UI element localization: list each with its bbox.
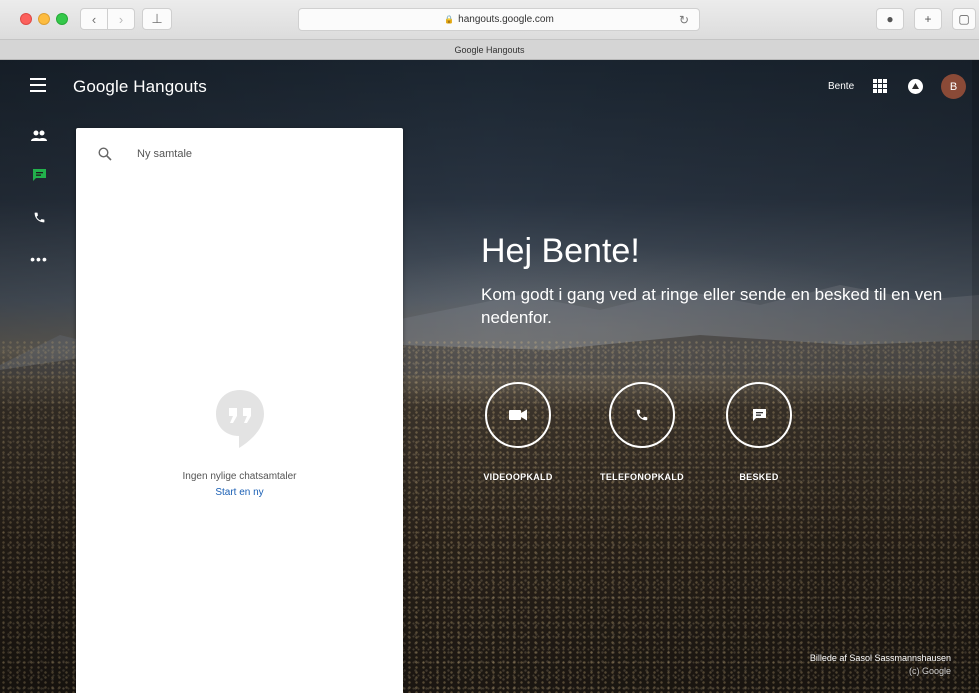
greeting-title: Hej Bente! xyxy=(481,232,640,270)
zoom-window-button[interactable] xyxy=(56,13,68,25)
contacts-nav-icon[interactable] xyxy=(30,127,48,145)
image-credit-author[interactable]: Billede af Sasol Sassmannshausen xyxy=(810,653,951,663)
start-new-conversation-link[interactable]: Start en ny xyxy=(76,487,403,498)
greeting-subtext: Kom godt i gang ved at ringe eller sende… xyxy=(481,285,943,327)
video-call-action[interactable]: VIDEOOPKALD xyxy=(458,382,578,482)
phone-call-label: TELEFONOPKALD xyxy=(600,472,684,482)
back-button[interactable]: ‹ xyxy=(80,8,108,30)
empty-state-message: Ingen nylige chatsamtaler xyxy=(182,471,297,482)
privacy-button[interactable]: ● xyxy=(876,8,904,30)
message-label: BESKED xyxy=(739,472,779,482)
tab-title[interactable]: Google Hangouts xyxy=(454,45,524,55)
address-bar[interactable]: 🔒 hangouts.google.com ↻ xyxy=(298,8,700,31)
tab-bar: Google Hangouts xyxy=(0,40,979,60)
video-call-button[interactable] xyxy=(485,382,551,448)
phone-calls-nav-icon[interactable] xyxy=(30,208,48,226)
close-window-button[interactable] xyxy=(20,13,32,25)
forward-button[interactable]: › xyxy=(107,8,135,30)
main-menu-button[interactable] xyxy=(30,78,46,92)
chat-bubble-icon xyxy=(216,390,264,448)
hangouts-page: Google Hangouts Bente B ••• Ingen nylige… xyxy=(0,60,979,693)
notifications-icon[interactable] xyxy=(908,79,923,94)
image-credit: Billede af Sasol Sassmannshausen (c) Goo… xyxy=(810,653,951,676)
browser-toolbar: ‹ › ⊥ 🔒 hangouts.google.com ↻ ● + ▢ xyxy=(0,0,979,40)
conversation-panel: Ingen nylige chatsamtaler Start en ny xyxy=(76,128,403,693)
phone-call-action[interactable]: TELEFONOPKALD xyxy=(582,382,702,482)
video-call-label: VIDEOOPKALD xyxy=(483,472,553,482)
avatar[interactable]: B xyxy=(941,74,966,99)
user-name[interactable]: Bente xyxy=(828,81,854,92)
new-conversation-search-input[interactable] xyxy=(137,145,377,163)
image-credit-copyright: (c) Google xyxy=(908,666,951,676)
more-options-icon[interactable]: ••• xyxy=(30,250,48,268)
phone-icon xyxy=(636,409,648,421)
phone-call-button[interactable] xyxy=(609,382,675,448)
page-scrollbar[interactable] xyxy=(972,60,979,693)
search-icon xyxy=(98,147,112,161)
minimize-window-button[interactable] xyxy=(38,13,50,25)
message-action[interactable]: BESKED xyxy=(699,382,819,482)
app-title: Google Hangouts xyxy=(73,77,207,96)
show-tabs-button[interactable]: ▢ xyxy=(952,8,976,30)
video-icon xyxy=(509,409,527,421)
apps-grid-icon[interactable] xyxy=(873,79,887,93)
reload-icon[interactable]: ↻ xyxy=(679,13,689,27)
lock-icon: 🔒 xyxy=(444,15,455,24)
url-text: hangouts.google.com xyxy=(458,14,554,25)
conversations-nav-icon[interactable] xyxy=(30,166,48,184)
new-tab-button[interactable]: + xyxy=(914,8,942,30)
message-icon xyxy=(752,409,766,421)
message-button[interactable] xyxy=(726,382,792,448)
sidebar-toggle-button[interactable]: ⊥ xyxy=(142,8,172,30)
